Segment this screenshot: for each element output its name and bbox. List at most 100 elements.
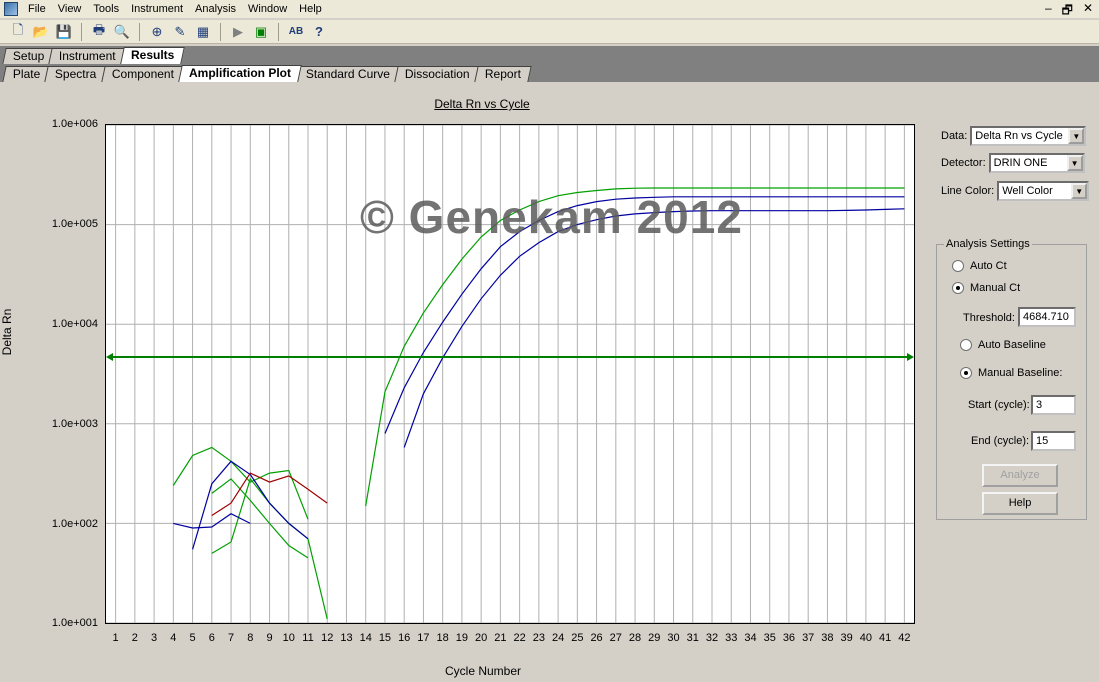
tab-report[interactable]: Report <box>473 66 532 82</box>
minimize-icon[interactable]: – <box>1045 1 1052 22</box>
menu-file[interactable]: File <box>22 3 52 15</box>
menu-window[interactable]: Window <box>242 3 293 15</box>
print-icon[interactable]: 🖶 <box>89 22 109 42</box>
tab-instrument[interactable]: Instrument <box>48 48 127 64</box>
x-tick-label: 40 <box>859 632 873 644</box>
watermark: © Genekam 2012 <box>360 191 743 243</box>
auto-ct-label: Auto Ct <box>970 260 1007 272</box>
menu-tools[interactable]: Tools <box>87 3 125 15</box>
x-tick-label: 26 <box>590 632 603 644</box>
end-cycle-label: End (cycle): <box>971 435 1030 447</box>
manual-baseline-radio[interactable] <box>960 367 972 379</box>
x-tick-label: 27 <box>609 632 622 644</box>
manual-baseline-option[interactable]: Manual Baseline: <box>960 367 1062 379</box>
x-tick-label: 4 <box>170 632 177 644</box>
toolbar-separator <box>220 22 221 41</box>
manual-ct-label: Manual Ct <box>970 282 1021 294</box>
tab-amplification-plot[interactable]: Amplification Plot <box>177 65 302 82</box>
menu-instrument[interactable]: Instrument <box>125 3 189 15</box>
help-icon[interactable]: ? <box>309 22 329 42</box>
app-icon[interactable] <box>4 2 18 16</box>
grid-icon[interactable]: ▦ <box>193 22 213 42</box>
x-tick-label: 16 <box>398 632 411 644</box>
y-tick-label: 1.0e+001 <box>51 617 98 629</box>
x-tick-label: 18 <box>436 632 449 644</box>
edit-icon[interactable]: ✎ <box>170 22 190 42</box>
analysis-settings-title: Analysis Settings <box>944 238 1032 250</box>
x-tick-label: 32 <box>705 632 719 644</box>
tab-results[interactable]: Results <box>120 47 186 64</box>
tab-standard-curve[interactable]: Standard Curve <box>295 66 401 82</box>
x-tick-label: 5 <box>189 632 196 644</box>
x-tick-label: 42 <box>898 632 911 644</box>
tab-label: Component <box>111 67 174 81</box>
x-tick-label: 39 <box>840 632 853 644</box>
menu-help[interactable]: Help <box>293 3 328 15</box>
spell-icon[interactable]: AB <box>286 22 306 42</box>
threshold-input[interactable]: 4684.710 <box>1018 307 1076 327</box>
tab-spectra[interactable]: Spectra <box>44 66 108 82</box>
help-button[interactable]: Help <box>982 492 1058 515</box>
print-preview-icon[interactable]: 🔍 <box>112 22 132 42</box>
chevron-down-icon[interactable]: ▼ <box>1066 155 1083 171</box>
line-color-row: Line Color: Well Color ▼ <box>941 181 1090 201</box>
auto-baseline-radio[interactable] <box>960 339 972 351</box>
tab-setup[interactable]: Setup <box>2 48 56 64</box>
tab-label: Results <box>131 48 175 62</box>
threshold-arrow-icon[interactable] <box>907 353 914 361</box>
restore-icon[interactable]: 🗗 <box>1062 1 1073 22</box>
manual-ct-option[interactable]: Manual Ct <box>952 282 1020 294</box>
data-row: Data: Delta Rn vs Cycle ▼ <box>941 126 1087 146</box>
menu-bar: File View Tools Instrument Analysis Wind… <box>0 0 1099 18</box>
start-cycle-input[interactable]: 3 <box>1031 395 1076 415</box>
x-tick-label: 25 <box>571 632 584 644</box>
close-icon[interactable]: ✕ <box>1083 1 1093 22</box>
x-tick-label: 8 <box>247 632 254 644</box>
x-tick-label: 33 <box>725 632 738 644</box>
line-color-select-value: Well Color <box>1002 185 1053 197</box>
threshold-arrow-icon[interactable] <box>106 353 113 361</box>
plot-title: Delta Rn vs Cycle <box>434 97 530 111</box>
detector-select-value: DRIN ONE <box>993 157 1048 169</box>
x-tick-label: 17 <box>417 632 430 644</box>
tab-label: Instrument <box>59 49 116 63</box>
x-tick-label: 3 <box>151 632 158 644</box>
manual-baseline-label: Manual Baseline: <box>978 367 1063 379</box>
tab-label: Plate <box>12 67 41 81</box>
menu-view[interactable]: View <box>52 3 88 15</box>
auto-ct-option[interactable]: Auto Ct <box>952 260 1007 272</box>
tab-component[interactable]: Component <box>101 66 185 82</box>
zoom-icon[interactable]: ⊕ <box>147 22 167 42</box>
x-tick-label: 31 <box>686 632 699 644</box>
tab-dissociation[interactable]: Dissociation <box>394 66 481 82</box>
x-tick-label: 34 <box>744 632 757 644</box>
x-tick-label: 35 <box>763 632 776 644</box>
new-file-icon[interactable]: 🗋 <box>8 22 28 42</box>
run-step-icon[interactable]: ▣ <box>251 22 271 42</box>
y-axis-label: Delta Rn <box>0 308 14 356</box>
tab-label: Spectra <box>55 67 97 81</box>
menu-analysis[interactable]: Analysis <box>189 3 242 15</box>
x-tick-label: 30 <box>667 632 680 644</box>
run-icon[interactable]: ▶ <box>228 22 248 42</box>
y-tick-label: 1.0e+005 <box>51 218 98 230</box>
auto-ct-radio[interactable] <box>952 260 964 272</box>
x-tick-label: 20 <box>475 632 488 644</box>
x-tick-label: 23 <box>532 632 545 644</box>
data-label: Data: <box>941 130 968 142</box>
x-tick-label: 19 <box>455 632 469 644</box>
line-color-select[interactable]: Well Color ▼ <box>997 181 1090 201</box>
detector-select[interactable]: DRIN ONE ▼ <box>988 153 1085 173</box>
y-tick-label: 1.0e+004 <box>51 318 98 330</box>
x-tick-label: 21 <box>494 632 507 644</box>
x-tick-label: 6 <box>208 632 215 644</box>
auto-baseline-option[interactable]: Auto Baseline <box>960 339 1046 351</box>
analyze-button[interactable]: Analyze <box>982 464 1058 487</box>
save-icon[interactable]: 💾 <box>54 22 74 42</box>
end-cycle-input[interactable]: 15 <box>1031 431 1076 451</box>
data-select[interactable]: Delta Rn vs Cycle ▼ <box>970 126 1087 146</box>
chevron-down-icon[interactable]: ▼ <box>1071 183 1088 199</box>
manual-ct-radio[interactable] <box>952 282 964 294</box>
chevron-down-icon[interactable]: ▼ <box>1068 128 1085 144</box>
open-folder-icon[interactable]: 📂 <box>31 22 51 42</box>
